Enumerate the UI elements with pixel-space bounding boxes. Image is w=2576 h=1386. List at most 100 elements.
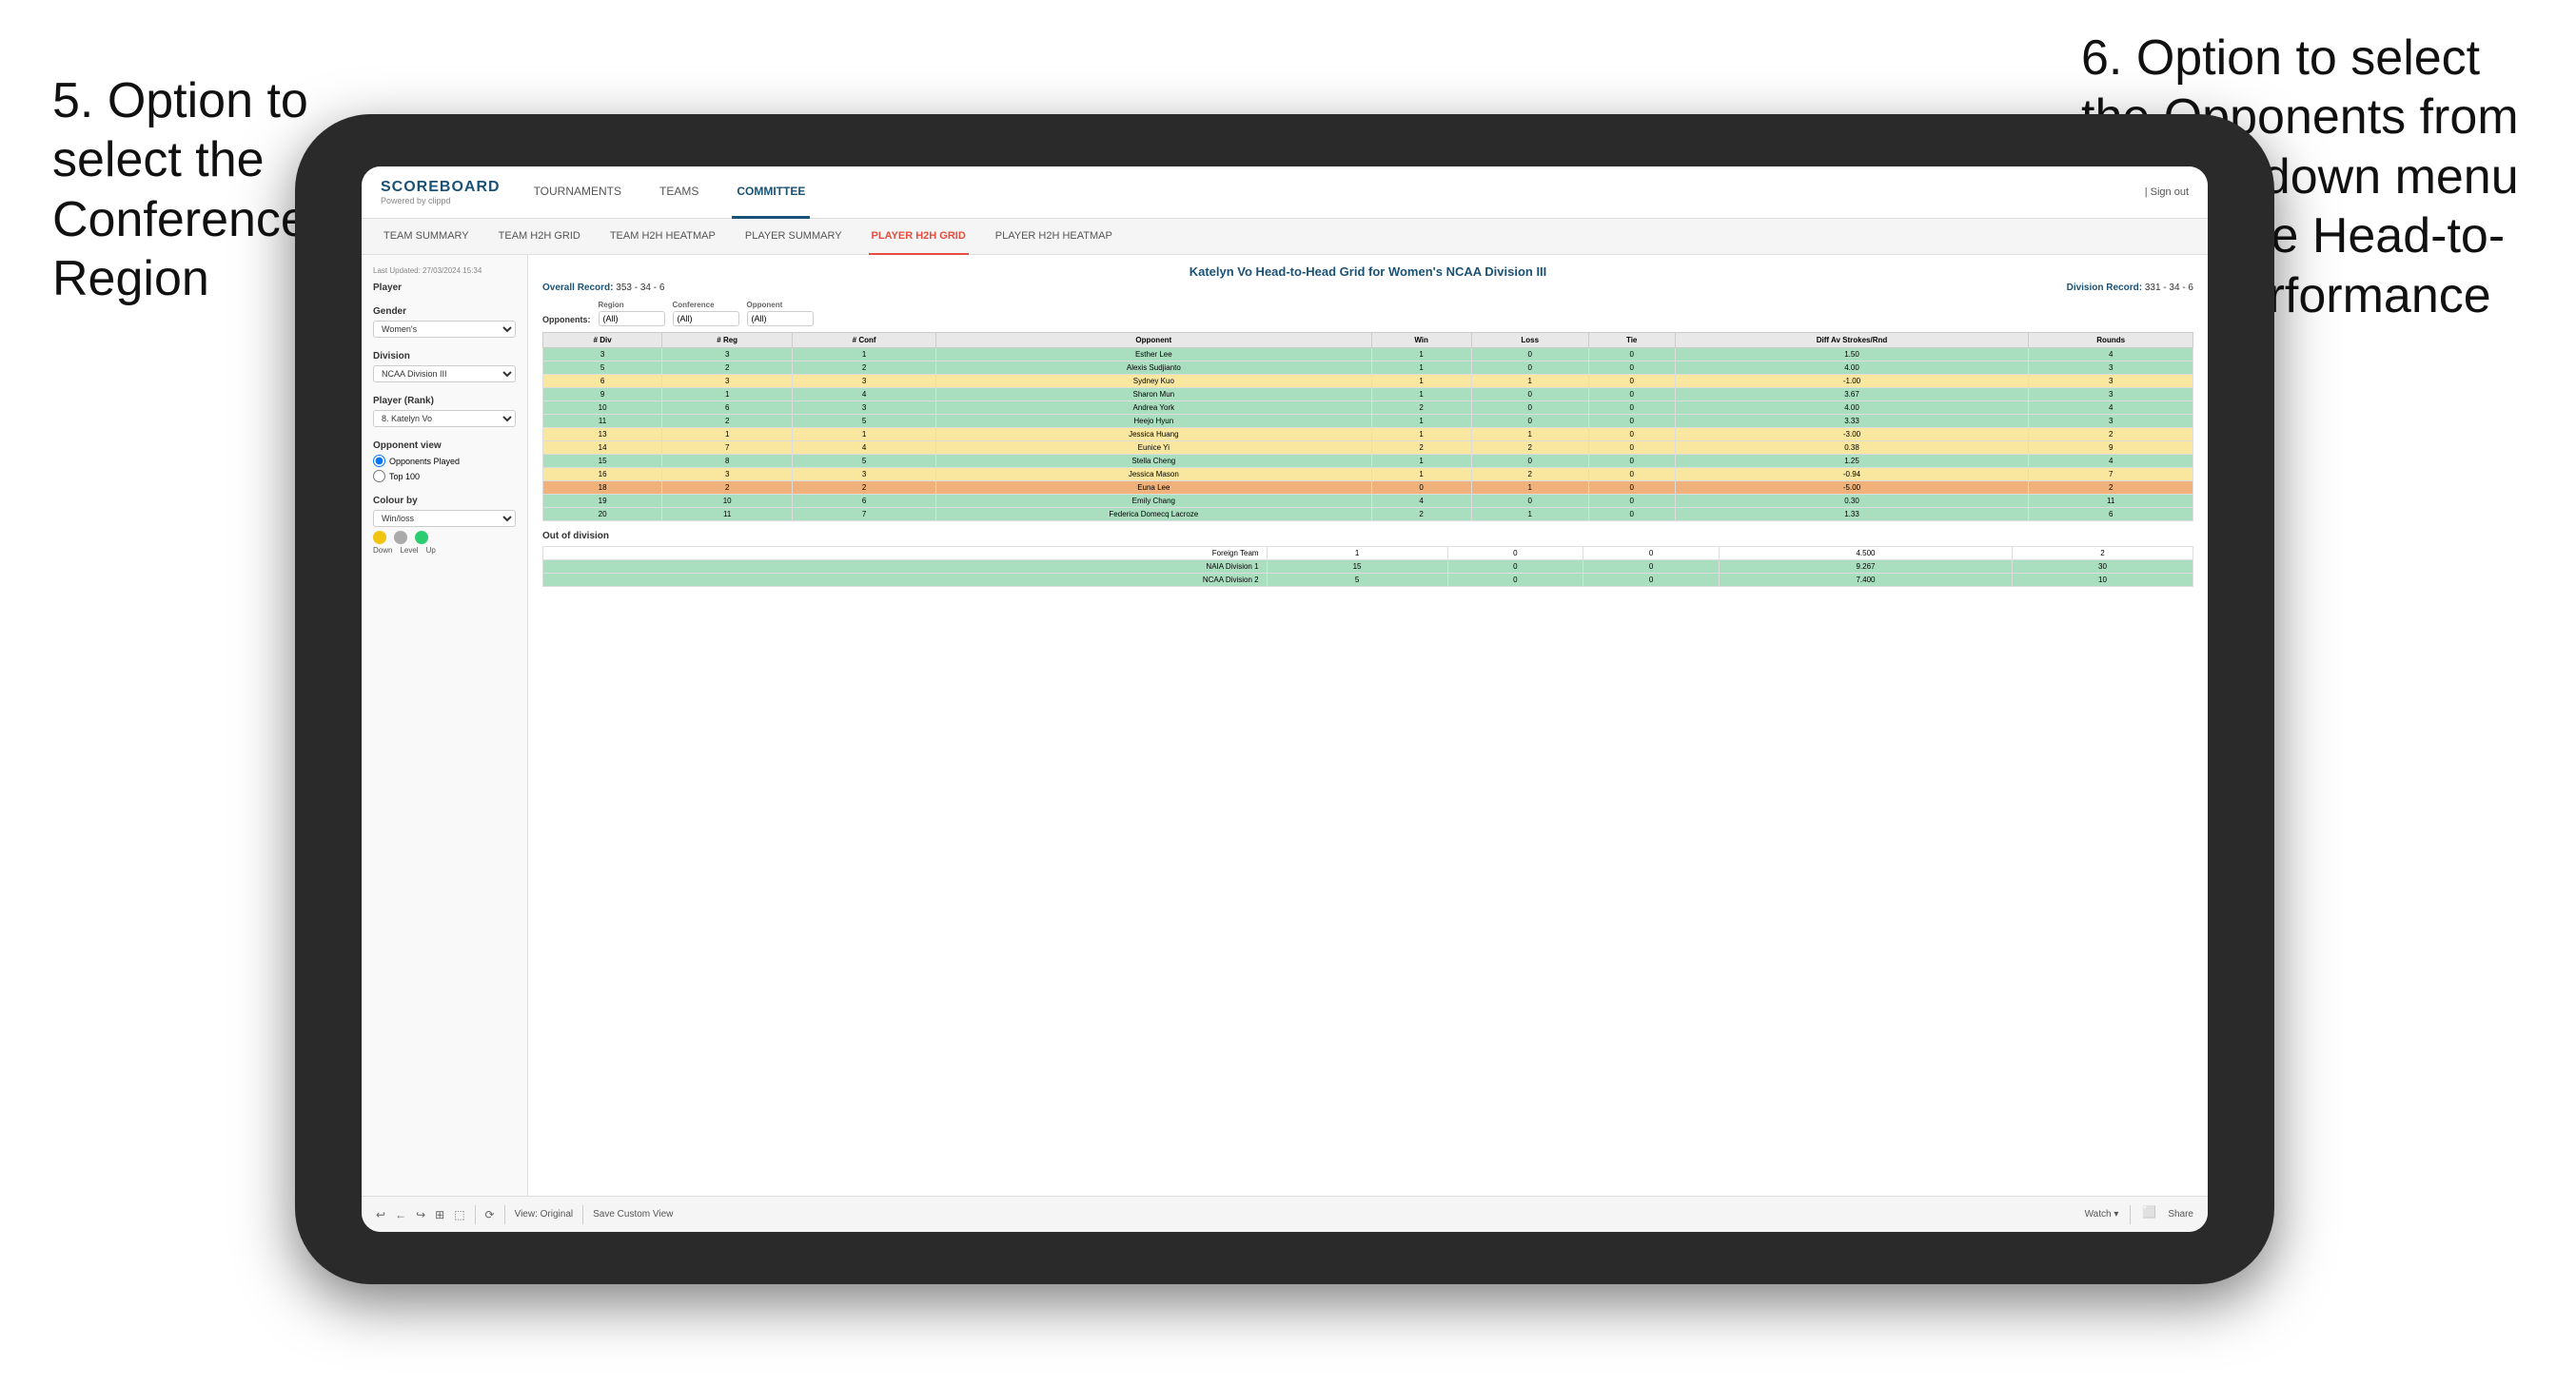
toolbar-sep-4 (2130, 1205, 2131, 1224)
td-reg: 1 (662, 388, 793, 401)
td-loss: 1 (1471, 375, 1588, 388)
subnav-team-summary[interactable]: TEAM SUMMARY (381, 219, 472, 255)
td-reg: 7 (662, 441, 793, 455)
filter-row: Opponents: Region (All) Conference (All) (542, 301, 2193, 326)
sidebar-player-rank-label: Player (Rank) (373, 396, 516, 406)
sidebar-opponent-view-section: Opponent view Opponents Played Top 100 (373, 440, 516, 482)
sidebar-radio-group: Opponents Played Top 100 (373, 455, 516, 482)
nav-sign-out[interactable]: | Sign out (2145, 186, 2189, 198)
sidebar-radio-opponents-played[interactable]: Opponents Played (373, 455, 516, 467)
td-win: 1 (1371, 415, 1471, 428)
sidebar-player-rank-section: Player (Rank) 8. Katelyn Vo (373, 396, 516, 427)
td-tie: 0 (1588, 361, 1675, 375)
td-opponent: Euna Lee (936, 481, 1372, 495)
sidebar-radio-top100-input[interactable] (373, 470, 385, 482)
td-win: 2 (1371, 441, 1471, 455)
td-diff: -3.00 (1675, 428, 2029, 441)
td-loss: 0 (1471, 361, 1588, 375)
toolbar-save-custom[interactable]: Save Custom View (593, 1209, 673, 1220)
sidebar-radio-top100[interactable]: Top 100 (373, 470, 516, 482)
sidebar-radio-opponents-played-input[interactable] (373, 455, 385, 467)
nav-tournaments[interactable]: TOURNAMENTS (529, 166, 626, 219)
td-reg: 3 (662, 375, 793, 388)
td-diff: -0.94 (1675, 468, 2029, 481)
td-opponent: Sharon Mun (936, 388, 1372, 401)
sidebar-player-rank-select[interactable]: 8. Katelyn Vo (373, 410, 516, 427)
td-conf: 3 (793, 375, 936, 388)
last-updated: Last Updated: 27/03/2024 15:34 (373, 266, 516, 275)
td-loss: 1 (1471, 428, 1588, 441)
td-tie: 0 (1588, 495, 1675, 508)
sidebar-player-label: Player (373, 283, 516, 293)
td-opponent: Federica Domecq Lacroze (936, 508, 1372, 521)
sidebar-division-select[interactable]: NCAA Division III (373, 365, 516, 382)
td-conf: 7 (793, 508, 936, 521)
subnav-player-h2h-heatmap[interactable]: PLAYER H2H HEATMAP (993, 219, 1115, 255)
table-row: 15 8 5 Stella Cheng 1 0 0 1.25 4 (543, 455, 2193, 468)
sidebar-division-label: Division (373, 351, 516, 361)
sidebar-radio-opponents-played-label: Opponents Played (389, 457, 460, 466)
filter-opponent-label: Opponent (747, 301, 814, 309)
td-conf: 4 (793, 441, 936, 455)
td-tie: 0 (1588, 428, 1675, 441)
circle-green (415, 531, 428, 544)
sidebar-gender-select[interactable]: Women's (373, 321, 516, 338)
out-td-loss: 0 (1447, 574, 1583, 587)
nav-committee[interactable]: COMMITTEE (732, 166, 810, 219)
out-td-win: 5 (1267, 574, 1447, 587)
toolbar-share-icon[interactable]: ⬜ (2142, 1205, 2156, 1224)
td-win: 0 (1371, 481, 1471, 495)
filter-region-select[interactable]: (All) (599, 311, 665, 326)
toolbar-redo[interactable]: ↪ (416, 1208, 425, 1221)
out-td-win: 1 (1267, 547, 1447, 560)
subnav-team-h2h-heatmap[interactable]: TEAM H2H HEATMAP (607, 219, 718, 255)
filter-conference-select[interactable]: (All) (673, 311, 739, 326)
td-opponent: Alexis Sudjianto (936, 361, 1372, 375)
th-win: Win (1371, 333, 1471, 348)
subnav-player-summary[interactable]: PLAYER SUMMARY (742, 219, 845, 255)
color-circles (373, 531, 516, 544)
toolbar-clock[interactable]: ⟳ (485, 1208, 495, 1221)
table-row: 19 10 6 Emily Chang 4 0 0 0.30 11 (543, 495, 2193, 508)
sidebar-division-section: Division NCAA Division III (373, 351, 516, 382)
toolbar-view-original[interactable]: View: Original (515, 1209, 574, 1220)
subnav-team-h2h-grid[interactable]: TEAM H2H GRID (496, 219, 583, 255)
td-div: 9 (543, 388, 662, 401)
out-td-name: NAIA Division 1 (543, 560, 1268, 574)
subnav-player-h2h-grid[interactable]: PLAYER H2H GRID (869, 219, 969, 255)
th-opponent: Opponent (936, 333, 1372, 348)
sidebar-player-section: Player (373, 283, 516, 293)
td-reg: 6 (662, 401, 793, 415)
out-td-loss: 0 (1447, 547, 1583, 560)
data-title: Katelyn Vo Head-to-Head Grid for Women's… (542, 264, 2193, 279)
th-loss: Loss (1471, 333, 1588, 348)
out-td-rounds: 30 (2012, 560, 2193, 574)
td-conf: 5 (793, 415, 936, 428)
toolbar-watch[interactable]: Watch ▾ (2085, 1205, 2119, 1224)
th-rounds: Rounds (2029, 333, 2193, 348)
nav-items: TOURNAMENTS TEAMS COMMITTEE (529, 166, 2145, 219)
td-opponent: Andrea York (936, 401, 1372, 415)
sidebar-colour-select[interactable]: Win/loss (373, 510, 516, 527)
sidebar-gender-label: Gender (373, 306, 516, 317)
td-diff: 3.33 (1675, 415, 2029, 428)
main-content: Last Updated: 27/03/2024 15:34 Player Ge… (362, 255, 2208, 1196)
sidebar-opponent-view-label: Opponent view (373, 440, 516, 451)
sidebar-radio-top100-label: Top 100 (389, 472, 420, 481)
td-reg: 2 (662, 361, 793, 375)
nav-teams[interactable]: TEAMS (655, 166, 703, 219)
td-rounds: 9 (2029, 441, 2193, 455)
td-opponent: Jessica Huang (936, 428, 1372, 441)
toolbar-grid[interactable]: ⊞ (435, 1208, 444, 1221)
out-td-tie: 0 (1583, 547, 1720, 560)
toolbar-camera[interactable]: ⬚ (454, 1208, 464, 1221)
filter-opponent-select[interactable]: (All) (747, 311, 814, 326)
filter-conference-group: Conference (All) (673, 301, 739, 326)
toolbar-undo[interactable]: ↩ (376, 1208, 385, 1221)
toolbar-back[interactable]: ← (395, 1208, 406, 1221)
toolbar-share[interactable]: Share (2168, 1205, 2193, 1224)
td-reg: 1 (662, 428, 793, 441)
td-rounds: 2 (2029, 481, 2193, 495)
sub-nav: TEAM SUMMARY TEAM H2H GRID TEAM H2H HEAT… (362, 219, 2208, 255)
td-loss: 0 (1471, 401, 1588, 415)
